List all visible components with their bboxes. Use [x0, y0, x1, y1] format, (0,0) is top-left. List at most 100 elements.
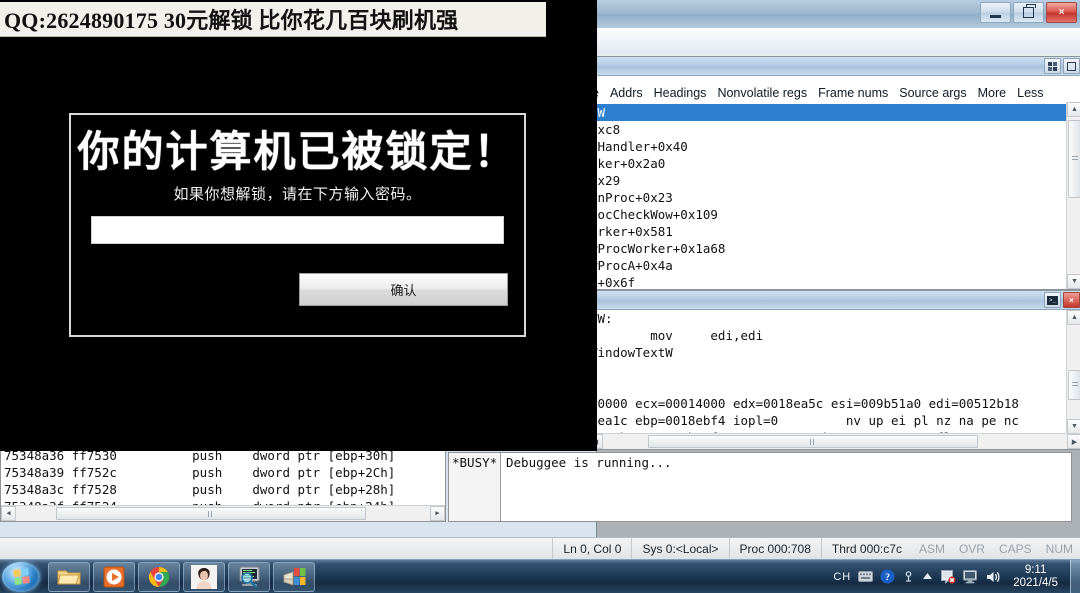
minimize-button[interactable] — [980, 2, 1011, 23]
scrollbar-thumb[interactable] — [1068, 370, 1080, 400]
status-system: Sys 0:<Local> — [631, 538, 728, 560]
media-player-icon — [103, 566, 125, 587]
scroll-up-icon[interactable]: ▲ — [1067, 102, 1080, 117]
list-item[interactable]: 0x29 — [588, 172, 1067, 189]
toolbar-item-less[interactable]: Less — [1017, 86, 1043, 100]
status-cursor-position: Ln 0, Col 0 — [552, 538, 631, 560]
toolbar-item-frame-nums[interactable]: Frame nums — [818, 86, 888, 100]
list-item[interactable]: tHandler+0x40 — [588, 138, 1067, 155]
status-thread: Thrd 000:c7c — [820, 538, 912, 560]
photo-icon — [191, 564, 217, 589]
status-caps: CAPS — [998, 542, 1032, 556]
call-stack-window: e Addrs Headings Nonvolatile regs Frame … — [587, 56, 1080, 290]
taskbar-item-chrome[interactable] — [138, 561, 180, 592]
taskbar-item-windows-app[interactable] — [273, 561, 315, 592]
command-line: 8ea1c ebp=0018ebf4 iopl=0 nv up ei pl nz… — [590, 413, 1019, 428]
ransom-lock-window: QQ:2624890175 30元解锁 比你花几百块刷机强 你的计算机已被锁定！… — [0, 0, 597, 451]
scroll-down-icon[interactable]: ▼ — [1067, 274, 1080, 289]
list-item[interactable]: A+0x6f — [588, 274, 1067, 288]
status-ovr: OVR — [958, 542, 985, 556]
toolbar-item-addrs[interactable]: Addrs — [610, 86, 643, 100]
monitor-icon[interactable] — [963, 569, 979, 584]
explorer-icon — [57, 570, 81, 584]
scroll-right-icon[interactable]: ▶ — [1067, 434, 1080, 449]
ime-indicator[interactable]: CH — [833, 571, 851, 583]
square-icon — [1067, 61, 1076, 71]
command-line: mov edi,edi — [590, 328, 764, 343]
scrollbar-thumb[interactable] — [648, 435, 978, 448]
list-item[interactable]: rker+0x2a0 — [588, 155, 1067, 172]
clock-date: 2021/4/5 — [1013, 576, 1058, 589]
disassembly-line: 75348a3c ff7528 push dword ptr [ebp+28h] — [4, 482, 396, 497]
status-bar: Ln 0, Col 0 Sys 0:<Local> Proc 000:708 T… — [0, 537, 1080, 560]
show-hidden-icons-icon[interactable] — [922, 572, 933, 581]
chrome-icon — [148, 566, 170, 587]
minimize-icon — [990, 14, 1001, 18]
start-button[interactable] — [2, 561, 40, 592]
list-item[interactable]: wProcWorker+0x1a68 — [588, 240, 1067, 257]
scrollbar-thumb[interactable] — [1068, 120, 1080, 198]
list-item[interactable]: 0xc8 — [588, 121, 1067, 138]
windbg-menu-strip[interactable] — [597, 28, 1080, 55]
clock-time: 9:11 — [1024, 563, 1047, 576]
disassembly-line: 75348a39 ff752c push dword ptr [ebp+2Ch] — [4, 465, 396, 480]
command-output[interactable]: xW: mov edi,edi WindowTextW 00000 ecx=00… — [588, 310, 1067, 434]
console-icon: >_ — [1047, 295, 1058, 305]
scroll-up-icon[interactable]: ▲ — [1067, 310, 1080, 325]
call-stack-vertical-scrollbar[interactable]: ▲ ▼ — [1066, 102, 1080, 289]
confirm-button[interactable]: 确认 — [299, 273, 508, 306]
windbg-titlebar[interactable]: × — [597, 0, 1080, 29]
volume-icon[interactable] — [986, 570, 1002, 584]
contact-banner-text: QQ:2624890175 30元解锁 比你花几百块刷机强 — [4, 8, 459, 33]
taskbar-item-explorer[interactable] — [48, 561, 90, 592]
disassembly-panel[interactable]: 75348a36 ff7530 push dword ptr [ebp+30h]… — [0, 446, 446, 522]
windows-logo-icon — [12, 568, 30, 585]
restore-icon — [1023, 4, 1036, 18]
disassembly-horizontal-scrollbar[interactable]: ◀ ▶ — [1, 505, 445, 521]
list-item[interactable]: xW — [588, 104, 1067, 121]
busy-message: Debuggee is running... — [506, 455, 672, 470]
help-icon[interactable]: ? — [880, 569, 895, 584]
taskbar-item-media-player[interactable] — [93, 561, 135, 592]
list-item[interactable]: wProcA+0x4a — [588, 257, 1067, 274]
lock-title: 你的计算机已被锁定！ — [77, 127, 518, 176]
window-controls: × — [980, 2, 1077, 23]
toolbar-item-nonvolatile-regs[interactable]: Nonvolatile regs — [717, 86, 807, 100]
network-icon[interactable] — [902, 570, 915, 583]
command-close-button[interactable]: × — [1063, 292, 1080, 308]
scroll-down-icon[interactable]: ▼ — [1067, 419, 1080, 434]
tile-icon-button[interactable] — [1044, 58, 1061, 74]
system-tray: CH ? 9:11 2021/4/5 — [833, 564, 1068, 590]
list-item[interactable]: rocCheckWow+0x109 — [588, 206, 1067, 223]
taskbar-item-photo[interactable] — [183, 561, 225, 592]
taskbar-item-windbg[interactable] — [228, 561, 270, 592]
action-center-icon[interactable] — [940, 569, 956, 584]
restore-button[interactable] — [1013, 2, 1044, 23]
call-stack-titlebar[interactable] — [588, 57, 1080, 76]
toolbar-item-source-args[interactable]: Source args — [899, 86, 966, 100]
console-icon-button[interactable]: >_ — [1044, 292, 1061, 308]
list-item[interactable]: orker+0x581 — [588, 223, 1067, 240]
square-icon-button[interactable] — [1063, 58, 1080, 74]
scrollbar-thumb[interactable] — [56, 507, 366, 520]
command-horizontal-scrollbar[interactable]: ◀ ▶ — [588, 433, 1080, 449]
toolbar-item-headings[interactable]: Headings — [654, 86, 707, 100]
svg-text:?: ? — [885, 573, 890, 583]
lock-subtitle: 如果你想解锁，请在下方输入密码。 — [173, 185, 422, 204]
keyboard-icon[interactable] — [858, 571, 874, 582]
show-desktop-button[interactable] — [1070, 560, 1080, 593]
password-input[interactable] — [91, 216, 504, 245]
call-stack-list[interactable]: xW 0xc8 tHandler+0x40 rker+0x2a0 0x29 in… — [588, 104, 1067, 288]
command-vertical-scrollbar[interactable]: ▲ ▼ — [1066, 310, 1080, 434]
windows-app-icon — [283, 567, 306, 586]
list-item[interactable]: inProc+0x23 — [588, 189, 1067, 206]
clock[interactable]: 9:11 2021/4/5 — [1009, 564, 1062, 590]
toolbar-item-more[interactable]: More — [978, 86, 1006, 100]
close-button[interactable]: × — [1046, 2, 1077, 23]
status-asm: ASM — [918, 542, 945, 556]
command-titlebar[interactable]: >_ × — [588, 291, 1080, 310]
call-stack-toolbar[interactable]: e Addrs Headings Nonvolatile regs Frame … — [588, 83, 1080, 103]
scroll-left-icon[interactable]: ◀ — [1, 506, 16, 521]
lock-dialog: 你的计算机已被锁定！ 如果你想解锁，请在下方输入密码。 确认 — [69, 113, 526, 337]
scroll-right-icon[interactable]: ▶ — [430, 506, 445, 521]
